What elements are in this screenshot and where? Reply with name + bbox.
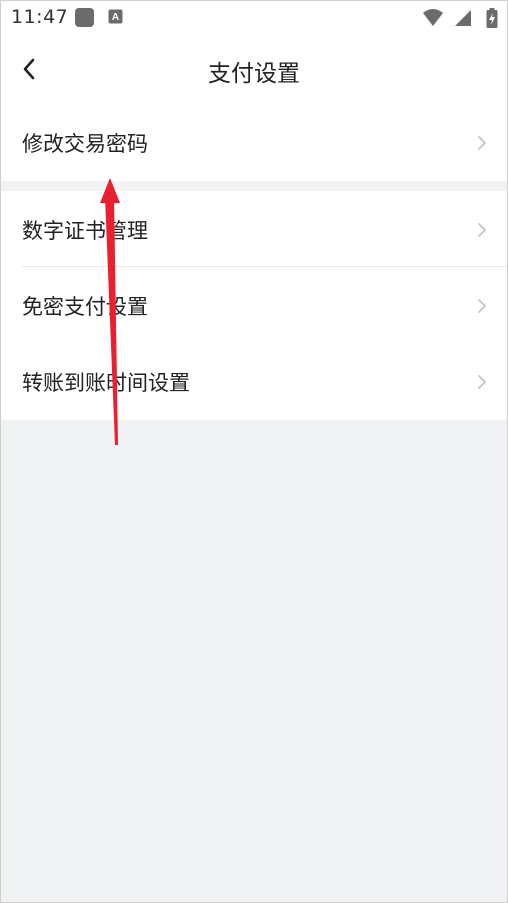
status-time: 11:47 xyxy=(11,6,69,28)
settings-item-password-free-payment[interactable]: 免密支付设置 xyxy=(0,267,508,343)
settings-item-label: 转账到账时间设置 xyxy=(22,371,190,395)
chevron-right-icon xyxy=(478,375,486,389)
app-notification-icon xyxy=(75,8,94,27)
status-bar: 11:47 A xyxy=(0,0,508,36)
wifi-icon xyxy=(422,9,443,26)
settings-group-payment: 数字证书管理 免密支付设置 转账到账时间设置 xyxy=(0,191,508,420)
svg-text:A: A xyxy=(112,12,119,23)
settings-group-password: 修改交易密码 xyxy=(0,104,508,181)
chevron-right-icon xyxy=(478,136,486,150)
settings-item-label: 免密支付设置 xyxy=(22,295,148,319)
chevron-right-icon xyxy=(478,223,486,237)
top-nav-bar: 支付设置 xyxy=(0,36,508,104)
settings-item-transfer-arrival-time[interactable]: 转账到账时间设置 xyxy=(0,343,508,419)
keyboard-a-icon: A xyxy=(108,9,123,24)
cell-signal-icon xyxy=(454,10,471,26)
status-right-icons xyxy=(422,8,498,28)
settings-item-change-trade-password[interactable]: 修改交易密码 xyxy=(0,104,508,181)
settings-item-label: 修改交易密码 xyxy=(22,132,148,156)
settings-item-label: 数字证书管理 xyxy=(22,219,148,243)
settings-item-digital-certificate[interactable]: 数字证书管理 xyxy=(0,191,508,267)
chevron-right-icon xyxy=(478,299,486,313)
battery-charging-icon xyxy=(486,8,498,28)
page-title: 支付设置 xyxy=(208,61,300,87)
